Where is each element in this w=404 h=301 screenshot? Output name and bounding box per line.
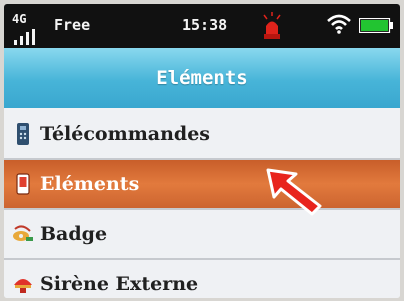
remote-control-icon	[17, 123, 29, 145]
badge-key-icon	[13, 225, 33, 241]
external-siren-icon	[14, 279, 32, 293]
carrier-name: Free	[54, 16, 91, 34]
wifi-icon	[327, 14, 351, 34]
arrow-pointer-icon	[266, 168, 322, 216]
signal-indicator: 4G	[8, 9, 38, 45]
menu-item-label: Badge	[40, 223, 108, 245]
battery-icon	[359, 18, 393, 33]
menu-item-label: Télécommandes	[40, 123, 210, 145]
page-title: Eléments	[156, 67, 248, 89]
menu-item-sirene-externe[interactable]: Sirène Externe	[4, 260, 400, 298]
sensor-device-icon	[16, 173, 30, 195]
menu-item-elements[interactable]: Eléments	[4, 160, 400, 210]
menu-list: Télécommandes Eléments Badge Sirène Exte…	[4, 110, 400, 298]
device-screen: 4G Free 15:38 Eléments Télécommandes Elé…	[4, 4, 400, 298]
alarm-siren-icon	[263, 12, 281, 39]
title-bar: Eléments	[4, 48, 400, 108]
status-bar: 4G Free 15:38	[4, 4, 400, 48]
menu-item-badge[interactable]: Badge	[4, 210, 400, 260]
menu-item-telecommandes[interactable]: Télécommandes	[4, 110, 400, 160]
signal-icon	[14, 29, 38, 45]
status-time: 15:38	[182, 16, 228, 34]
menu-item-label: Sirène Externe	[40, 273, 199, 295]
network-type: 4G	[12, 12, 27, 26]
menu-item-label: Eléments	[40, 173, 140, 195]
